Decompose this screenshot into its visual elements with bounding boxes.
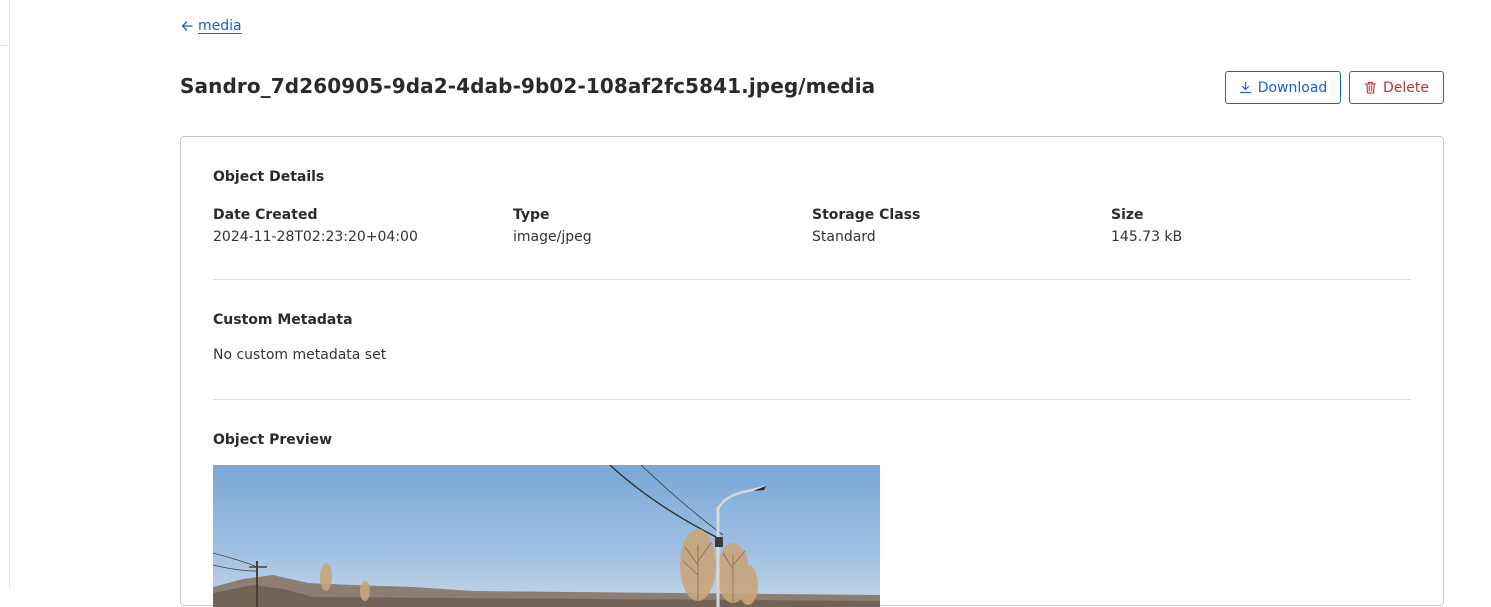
detail-label: Size [1111, 207, 1144, 223]
object-preview-title: Object Preview [213, 432, 333, 448]
page-title: Sandro_7d260905-9da2-4dab-9b02-108af2fc5… [180, 74, 876, 98]
download-button-label: Download [1257, 79, 1328, 96]
object-details-title: Object Details [213, 169, 325, 185]
detail-date-created: Date Created 2024-11-28T02:23:20+04:00 [213, 207, 418, 245]
detail-label: Date Created [213, 207, 318, 223]
custom-metadata-empty: No custom metadata set [213, 347, 387, 363]
detail-value: Standard [812, 229, 876, 245]
detail-label: Storage Class [812, 207, 921, 223]
trash-icon [1364, 81, 1377, 94]
detail-storage-class: Storage Class Standard [812, 207, 920, 245]
detail-type: Type image/jpeg [513, 207, 592, 245]
detail-value: 2024-11-28T02:23:20+04:00 [213, 229, 418, 245]
arrow-left-icon [181, 21, 193, 31]
sidebar-edge [0, 0, 10, 589]
object-card: Object Details Date Created 2024-11-28T0… [180, 136, 1444, 607]
detail-label: Type [513, 207, 550, 223]
divider [213, 399, 1411, 400]
object-preview-image [213, 465, 880, 607]
back-link-label: media [198, 18, 242, 34]
download-icon [1239, 81, 1251, 94]
detail-value: 145.73 kB [1111, 229, 1183, 245]
back-link[interactable]: media [180, 18, 242, 34]
download-button[interactable]: Download [1225, 71, 1341, 104]
detail-value: image/jpeg [513, 229, 592, 245]
delete-button-label: Delete [1383, 79, 1429, 96]
delete-button[interactable]: Delete [1349, 71, 1444, 104]
custom-metadata-title: Custom Metadata [213, 312, 353, 328]
divider [213, 279, 1411, 280]
detail-size: Size 145.73 kB [1111, 207, 1182, 245]
